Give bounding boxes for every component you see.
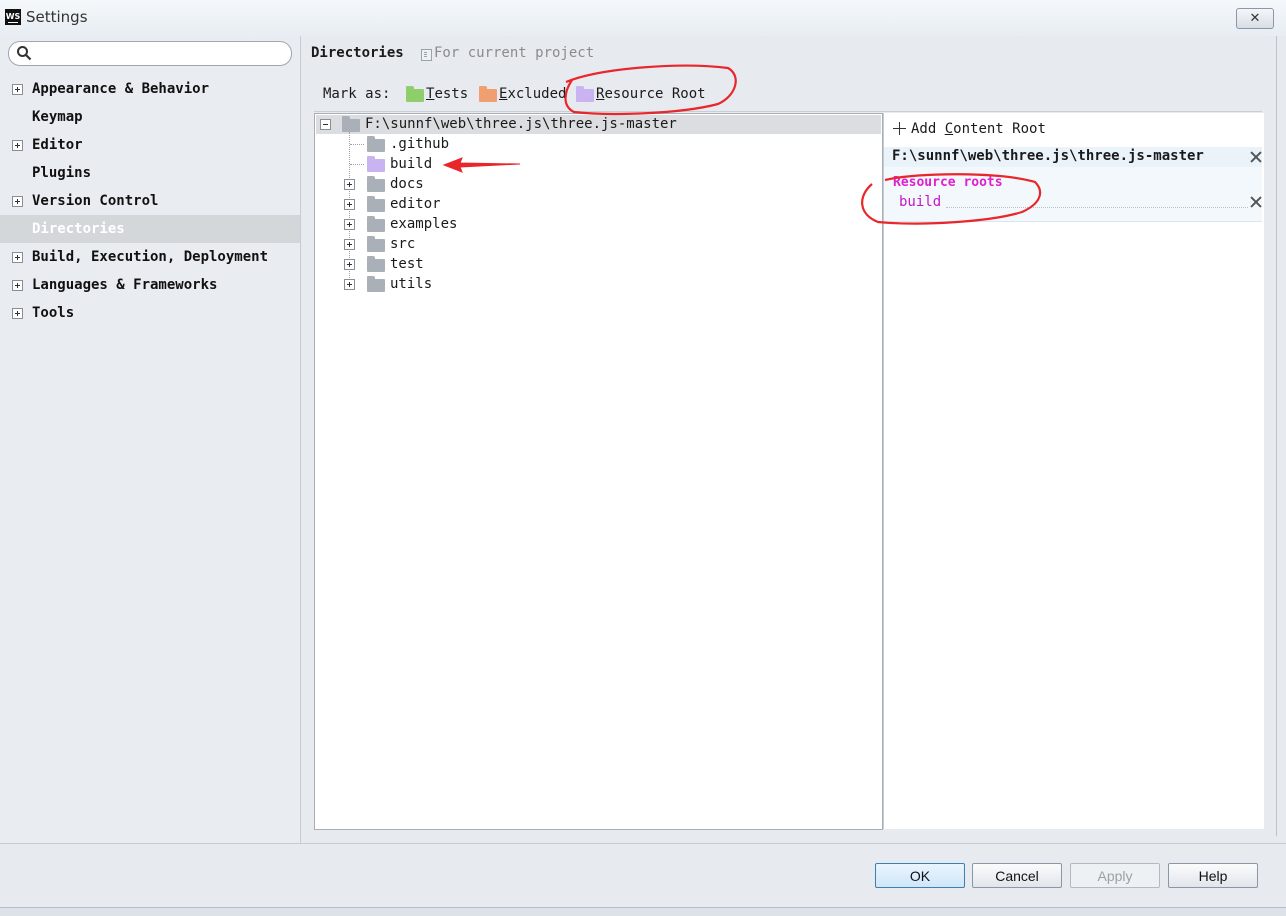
scope-label: For current project — [434, 45, 595, 61]
title-bar: WS Settings ✕ — [0, 0, 1286, 36]
sidebar-item-label: Plugins — [32, 165, 92, 181]
excluded-folder-icon — [479, 86, 497, 102]
mark-as-label: Mark as: — [323, 86, 391, 102]
webstorm-app-icon: WS — [5, 9, 21, 25]
sidebar-item-label: Tools — [32, 305, 75, 321]
tree-node-test[interactable]: test — [343, 254, 573, 274]
tree-connector — [350, 144, 364, 145]
sidebar-item-editor[interactable]: Editor — [0, 131, 300, 159]
search-input[interactable] — [37, 44, 286, 63]
content-root-row: F:\sunnf\web\three.js\three.js-master — [884, 147, 1262, 167]
mark-excluded-button[interactable]: Excluded — [478, 84, 566, 104]
expand-icon[interactable] — [344, 199, 355, 210]
ok-button[interactable]: OK — [875, 863, 965, 888]
resource-roots-heading: Resource roots — [893, 175, 1003, 190]
tests-folder-icon — [406, 86, 424, 102]
tree-node-label: editor — [390, 196, 441, 212]
expand-icon[interactable] — [344, 179, 355, 190]
expand-icon[interactable] — [12, 308, 23, 319]
sidebar-item-label: Build, Execution, Deployment — [32, 249, 269, 265]
project-scope-icon — [421, 49, 432, 61]
expand-icon[interactable] — [344, 279, 355, 290]
tree-node-build[interactable]: build — [366, 154, 566, 174]
tree-node-label: F:\sunnf\web\three.js\three.js-master — [365, 116, 677, 132]
tree-node-label: test — [390, 256, 424, 272]
help-button[interactable]: Help — [1168, 863, 1258, 888]
add-content-root-label: Add Content Root — [911, 121, 1046, 137]
content-root-path: F:\sunnf\web\three.js\three.js-master — [892, 148, 1204, 164]
folder-icon — [367, 236, 385, 252]
tree-node-root[interactable]: F:\sunnf\web\three.js\three.js-master — [319, 114, 879, 134]
resource-roots-section: Resource roots build — [884, 167, 1262, 222]
tree-node-label: examples — [390, 216, 458, 232]
remove-resource-root-icon[interactable] — [1250, 196, 1262, 208]
mark-resource-root-label: Resource Root — [596, 86, 706, 102]
tree-node-docs[interactable]: docs — [343, 174, 573, 194]
toolbar-divider — [314, 111, 1262, 112]
mark-excluded-label: Excluded — [499, 86, 567, 102]
sidebar-item-directories[interactable]: Directories — [0, 215, 300, 243]
sidebar-item-label: Appearance & Behavior — [32, 81, 210, 97]
expand-icon[interactable] — [344, 259, 355, 270]
dialog-right-edge — [1276, 36, 1277, 836]
folder-icon — [367, 216, 385, 232]
settings-search-box[interactable] — [8, 41, 292, 66]
expand-icon[interactable] — [12, 140, 23, 151]
resource-root-item: build — [899, 194, 942, 210]
tree-node-github[interactable]: .github — [366, 134, 566, 154]
window-close-button[interactable]: ✕ — [1236, 8, 1274, 29]
folder-icon — [367, 256, 385, 272]
expand-icon[interactable] — [344, 239, 355, 250]
footer-divider — [0, 843, 1286, 844]
sidebar-item-plugins[interactable]: Plugins — [0, 159, 300, 187]
expand-icon[interactable] — [12, 196, 23, 207]
expand-icon[interactable] — [12, 280, 23, 291]
window-title: Settings — [26, 8, 88, 26]
sidebar-item-build-execution-deployment[interactable]: Build, Execution, Deployment — [0, 243, 300, 271]
apply-button[interactable]: Apply — [1070, 863, 1160, 888]
page-title: Directories — [311, 45, 404, 61]
folder-icon — [342, 116, 360, 132]
dotted-leader — [946, 207, 1248, 208]
mark-resource-root-button[interactable]: Resource Root — [575, 84, 706, 104]
folder-icon — [367, 276, 385, 292]
tree-node-editor[interactable]: editor — [343, 194, 573, 214]
tree-connector — [350, 164, 364, 165]
folder-icon — [367, 196, 385, 212]
resource-root-folder-icon — [367, 156, 385, 172]
sidebar-item-version-control[interactable]: Version Control — [0, 187, 300, 215]
sidebar-item-keymap[interactable]: Keymap — [0, 103, 300, 131]
folder-icon — [367, 176, 385, 192]
plus-icon — [893, 122, 906, 135]
mark-tests-label: Tests — [426, 86, 469, 102]
sidebar-item-label: Keymap — [32, 109, 83, 125]
remove-content-root-icon[interactable] — [1250, 151, 1262, 163]
cancel-button[interactable]: Cancel — [972, 863, 1062, 888]
tree-node-label: src — [390, 236, 416, 252]
tree-node-src[interactable]: src — [343, 234, 573, 254]
sidebar-item-appearance-behavior[interactable]: Appearance & Behavior — [0, 75, 300, 103]
sidebar-item-label: Editor — [32, 137, 83, 153]
tree-node-examples[interactable]: examples — [343, 214, 573, 234]
folder-icon — [367, 136, 385, 152]
sidebar-item-label: Directories — [32, 221, 125, 237]
expand-icon[interactable] — [344, 219, 355, 230]
tree-node-utils[interactable]: utils — [343, 274, 573, 294]
resource-root-folder-icon — [576, 86, 594, 102]
sidebar-item-label: Version Control — [32, 193, 159, 209]
tree-node-label: utils — [390, 276, 433, 292]
close-icon: ✕ — [1249, 11, 1261, 26]
search-icon — [17, 46, 32, 61]
settings-sidebar: Appearance & Behavior Keymap Editor Plug… — [0, 36, 301, 844]
expand-icon[interactable] — [12, 84, 23, 95]
sidebar-item-tools[interactable]: Tools — [0, 299, 300, 327]
expand-icon[interactable] — [12, 252, 23, 263]
mark-tests-button[interactable]: Tests — [405, 84, 469, 104]
tree-node-label: build — [390, 156, 433, 172]
sidebar-item-label: Languages & Frameworks — [32, 277, 218, 293]
tree-node-label: docs — [390, 176, 424, 192]
sidebar-item-languages-frameworks[interactable]: Languages & Frameworks — [0, 271, 300, 299]
collapse-icon[interactable] — [320, 119, 331, 130]
tree-node-label: .github — [390, 136, 450, 152]
